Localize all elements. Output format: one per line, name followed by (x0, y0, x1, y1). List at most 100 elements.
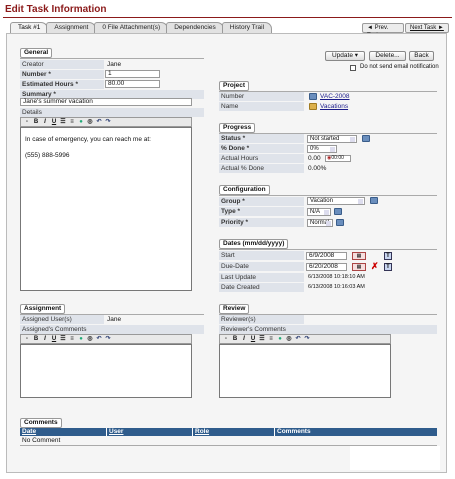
dates-divider (219, 249, 437, 250)
no-email-checkbox[interactable] (350, 65, 356, 71)
percent-done-select[interactable]: 0% (307, 145, 337, 153)
link-icon[interactable]: ● (277, 336, 283, 342)
bold-button[interactable]: B (33, 119, 39, 125)
timer-widget[interactable]: ◉00:00 (325, 155, 351, 162)
delete-button[interactable]: Delete... (369, 51, 406, 61)
italic-button[interactable]: I (241, 336, 247, 342)
number-input[interactable]: 1 (105, 70, 160, 78)
tab-dependencies[interactable]: Dependencies (166, 22, 224, 33)
no-email-label: Do not send email notification (360, 64, 439, 70)
redo-icon[interactable]: ↷ (105, 336, 111, 342)
tab-assignment[interactable]: Assignment (46, 22, 97, 33)
percent-done-label: % Done * (219, 144, 304, 153)
status-folder-icon[interactable] (362, 135, 370, 142)
start-calendar-icon[interactable]: ▦ (352, 252, 366, 260)
summary-input[interactable]: Jane's summer vacation (20, 98, 192, 106)
underline-button[interactable]: U (51, 119, 57, 125)
page-title: Edit Task Information (5, 4, 107, 15)
start-label: Start (219, 251, 304, 260)
bullet-list-icon[interactable]: ≡ (69, 119, 75, 125)
spellcheck-icon[interactable]: ◎ (87, 336, 93, 342)
underline-button[interactable]: U (51, 336, 57, 342)
project-number-link[interactable]: VAC-2008 (320, 92, 350, 101)
configuration-divider (219, 195, 437, 196)
ordered-list-icon[interactable]: ☰ (60, 119, 66, 125)
details-line-1: In case of emergency, you can reach me a… (25, 136, 151, 143)
update-label: Update (331, 52, 353, 59)
prev-task-button[interactable]: ◄ Prev. Task (362, 23, 404, 39)
tab-task[interactable]: Task #1 (10, 22, 49, 33)
priority-label: Priority * (219, 218, 304, 227)
back-button[interactable]: Back (409, 51, 434, 61)
clear-date-icon[interactable]: ✗ (371, 261, 379, 271)
italic-button[interactable]: I (42, 336, 48, 342)
due-calendar-icon[interactable]: ▦ (352, 263, 366, 271)
redo-icon[interactable]: ↷ (105, 119, 111, 125)
details-toolbar: ▫ B I U ☰ ≡ ● ◎ ↶ ↷ (20, 117, 192, 127)
column-date[interactable]: Date (20, 428, 106, 436)
priority-select[interactable]: Normal (307, 219, 333, 227)
tab-bar: Task #1 Assignment 0 File Attachment(s) … (10, 22, 273, 33)
reviewer-comments-editor[interactable] (219, 344, 391, 398)
dates-header: Dates (mm/dd/yyyy) (219, 239, 289, 249)
new-doc-icon[interactable]: ▫ (24, 119, 30, 125)
assigned-comments-editor[interactable] (20, 344, 192, 398)
start-today-icon[interactable]: T (384, 252, 392, 260)
reviewers-label: Reviewer(s) (219, 315, 304, 324)
project-header: Project (219, 81, 250, 91)
bullet-list-icon[interactable]: ≡ (69, 336, 75, 342)
open-folder-icon (309, 103, 317, 110)
link-icon[interactable]: ● (78, 336, 84, 342)
comments-table-header: Date User Role Comments (20, 428, 437, 436)
assignment-header: Assignment (20, 304, 66, 314)
number-label: Number * (20, 70, 104, 79)
due-date-input[interactable]: 6/20/2008 (306, 263, 347, 271)
next-task-button[interactable]: Next Task ► (405, 23, 449, 33)
ordered-list-icon[interactable]: ☰ (60, 336, 66, 342)
link-icon[interactable]: ● (78, 119, 84, 125)
priority-folder-icon[interactable] (336, 219, 344, 226)
new-doc-icon[interactable]: ▫ (24, 336, 30, 342)
column-role[interactable]: Role (192, 428, 274, 436)
undo-icon[interactable]: ↶ (96, 336, 102, 342)
footer-blank (350, 446, 440, 470)
type-folder-icon[interactable] (334, 208, 342, 215)
new-doc-icon[interactable]: ▫ (223, 336, 229, 342)
column-user[interactable]: User (106, 428, 192, 436)
last-update-value: 6/13/2008 10:18:10 AM (308, 274, 365, 280)
status-select[interactable]: Not started (307, 135, 357, 143)
spellcheck-icon[interactable]: ◎ (286, 336, 292, 342)
group-select[interactable]: Vacation (307, 197, 365, 205)
start-date-input[interactable]: 6/9/2008 (306, 252, 347, 260)
undo-icon[interactable]: ↶ (295, 336, 301, 342)
date-created-value: 6/13/2008 10:16:03 AM (308, 284, 365, 290)
progress-header: Progress (219, 123, 256, 133)
creator-value: Jane (107, 61, 122, 68)
date-created-label: Date Created (219, 283, 304, 292)
actual-hours-label: Actual Hours (219, 154, 304, 163)
ordered-list-icon[interactable]: ☰ (259, 336, 265, 342)
tab-history[interactable]: History Trail (221, 22, 273, 33)
tab-attachments[interactable]: 0 File Attachment(s) (94, 22, 169, 33)
group-folder-icon[interactable] (370, 197, 378, 204)
bold-button[interactable]: B (33, 336, 39, 342)
actual-done-value: 0.00% (308, 165, 327, 172)
redo-icon[interactable]: ↷ (304, 336, 310, 342)
title-divider (3, 17, 452, 18)
bold-button[interactable]: B (232, 336, 238, 342)
details-label: Details (20, 108, 204, 117)
undo-icon[interactable]: ↶ (96, 119, 102, 125)
column-comments: Comments (274, 428, 437, 436)
underline-button[interactable]: U (250, 336, 256, 342)
type-select[interactable]: N/A (307, 208, 331, 216)
estimated-hours-input[interactable]: 80.00 (105, 80, 160, 88)
spellcheck-icon[interactable]: ◎ (87, 119, 93, 125)
project-name-link[interactable]: Vacations (320, 102, 348, 111)
italic-button[interactable]: I (42, 119, 48, 125)
no-comment-text: No Comment (22, 437, 61, 444)
update-button[interactable]: Update ▾ (325, 51, 365, 61)
details-editor[interactable]: In case of emergency, you can reach me a… (20, 127, 192, 291)
due-today-icon[interactable]: T (384, 263, 392, 271)
bullet-list-icon[interactable]: ≡ (268, 336, 274, 342)
group-label: Group * (219, 197, 304, 206)
